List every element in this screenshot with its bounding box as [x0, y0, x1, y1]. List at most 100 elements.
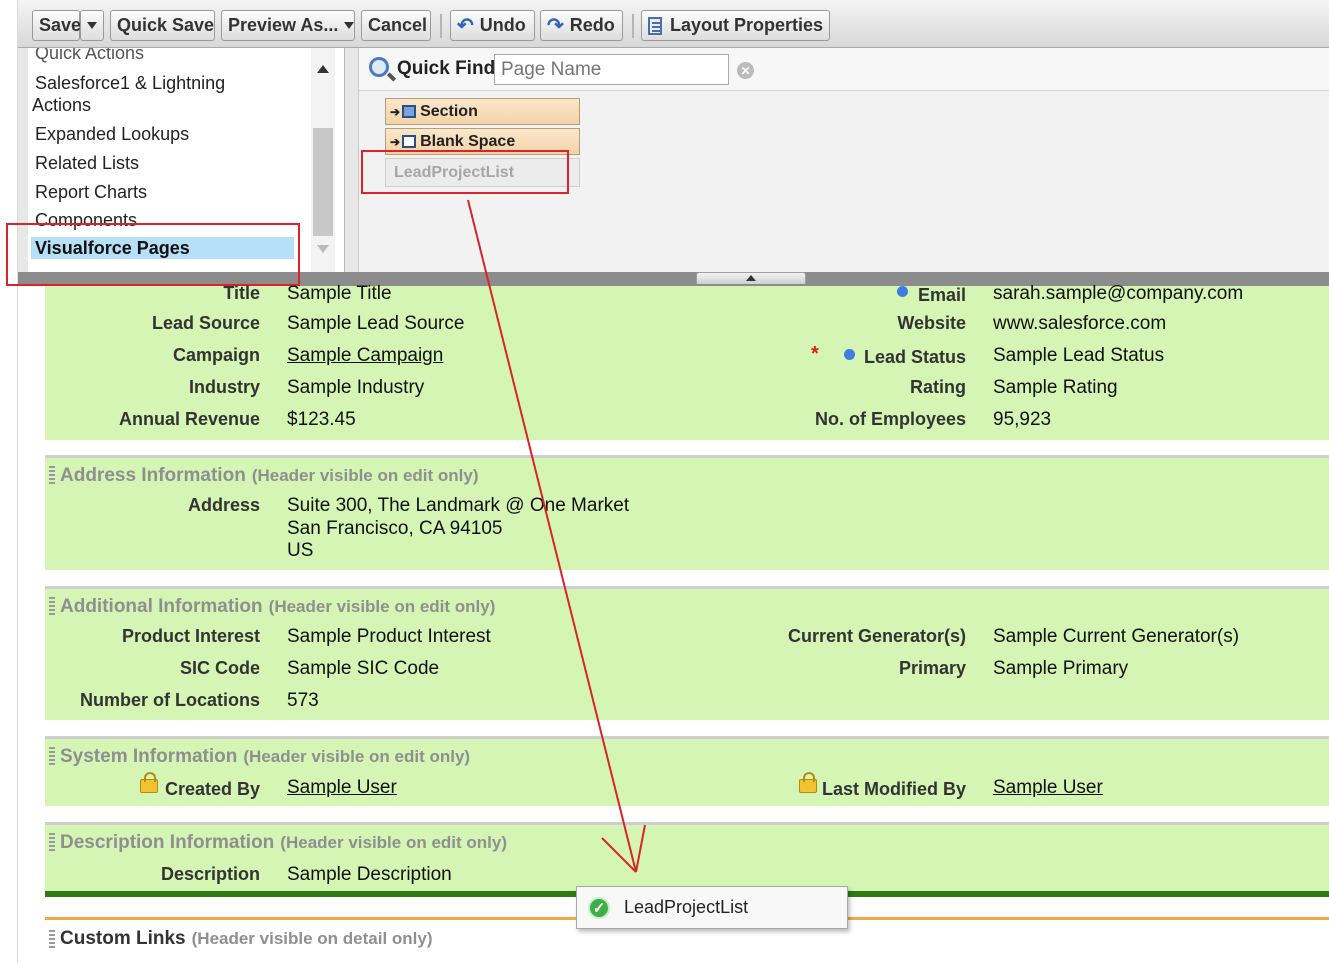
field-label-title: Title — [223, 283, 260, 303]
page-layout-editor: Save Quick Save Preview As... Cancel ↶ U… — [0, 0, 1329, 963]
cancel-button[interactable]: Cancel — [361, 10, 431, 41]
description-section-subtitle: (Header visible on edit only) — [280, 833, 508, 852]
section-icon — [402, 105, 417, 118]
field-value-address-line3[interactable]: US — [287, 540, 313, 562]
blank-space-icon — [402, 135, 417, 148]
chevron-down-icon — [344, 22, 355, 29]
field-value-industry[interactable]: Sample Industry — [287, 377, 424, 399]
drag-grip-icon[interactable] — [49, 466, 55, 484]
toolbar-divider — [440, 14, 442, 38]
field-value-lead-status[interactable]: Sample Lead Status — [993, 345, 1164, 367]
field-value-annual-revenue[interactable]: $123.45 — [287, 409, 356, 431]
field-value-email[interactable]: sarah.sample@company.com — [993, 283, 1243, 305]
category-salesforce1-lightning-cont[interactable]: Actions — [32, 94, 91, 116]
collapse-palette-handle[interactable] — [696, 272, 806, 284]
field-value-number-of-locations[interactable]: 573 — [287, 690, 319, 712]
quick-find-bar: Quick Find ✕ — [359, 48, 1329, 91]
field-label-current-generators: Current Generator(s) — [787, 626, 966, 646]
address-section-header[interactable]: Address Information (Header visible on ed… — [60, 465, 479, 487]
field-value-created-by[interactable]: Sample User — [287, 777, 397, 799]
quick-save-button[interactable]: Quick Save — [110, 10, 215, 41]
field-label-description: Description — [160, 864, 260, 884]
drag-arrow-icon: ➔ — [390, 134, 401, 149]
field-label-sic-code: SIC Code — [179, 658, 260, 678]
layout-properties-icon — [648, 16, 662, 35]
cancel-label: Cancel — [368, 15, 428, 35]
clear-icon[interactable]: ✕ — [737, 62, 754, 79]
field-label-number-of-locations: Number of Locations — [79, 690, 260, 710]
palette-item-section-label: Section — [420, 102, 478, 120]
undo-label: Undo — [479, 15, 526, 35]
field-value-campaign[interactable]: Sample Campaign — [287, 345, 443, 367]
scroll-thumb[interactable] — [313, 128, 333, 236]
check-icon: ✓ — [588, 896, 610, 919]
category-salesforce1-lightning[interactable]: Salesforce1 & Lightning — [35, 72, 225, 94]
save-dropdown-button[interactable] — [80, 10, 104, 41]
highlight-box-leadprojectlist — [361, 150, 569, 194]
field-value-sic-code[interactable]: Sample SIC Code — [287, 658, 439, 680]
drag-grip-icon[interactable] — [49, 597, 55, 615]
drag-grip-icon[interactable] — [49, 747, 55, 765]
custom-links-header[interactable]: Custom Links (Header visible on detail on… — [60, 928, 433, 950]
field-label-rating: Rating — [910, 377, 966, 397]
category-report-charts[interactable]: Report Charts — [35, 181, 147, 203]
field-label-last-modified-by: Last Modified By — [821, 779, 966, 799]
scroll-down-icon[interactable] — [317, 245, 329, 253]
field-label-website: Website — [897, 313, 966, 333]
description-section-header[interactable]: Description Information (Header visible o… — [60, 832, 507, 854]
lead-information-section: Title Sample Title Lead Source Sample Le… — [45, 283, 1329, 440]
system-section-subtitle: (Header visible on edit only) — [243, 747, 471, 766]
field-value-rating[interactable]: Sample Rating — [993, 377, 1118, 399]
field-value-current-generators[interactable]: Sample Current Generator(s) — [993, 626, 1239, 648]
field-value-description[interactable]: Sample Description — [287, 864, 452, 886]
address-section-title: Address Information — [60, 465, 246, 486]
highlight-box-visualforce-pages — [6, 223, 300, 286]
drag-grip-icon[interactable] — [49, 930, 55, 948]
field-value-primary[interactable]: Sample Primary — [993, 658, 1128, 680]
save-button[interactable]: Save — [32, 10, 82, 41]
redo-button[interactable]: ↷ Redo — [540, 10, 623, 41]
palette-item-blank-space-label: Blank Space — [420, 132, 516, 150]
system-section-title: System Information — [60, 746, 238, 767]
field-label-email: Email — [917, 285, 966, 305]
field-value-product-interest[interactable]: Sample Product Interest — [287, 626, 491, 648]
field-value-title[interactable]: Sample Title — [287, 283, 392, 305]
field-value-no-of-employees[interactable]: 95,923 — [993, 409, 1051, 431]
field-value-website[interactable]: www.salesforce.com — [993, 313, 1166, 335]
drag-proxy-leadprojectlist[interactable]: ✓ LeadProjectList — [576, 886, 848, 929]
lock-icon — [799, 772, 817, 793]
additional-section-header[interactable]: Additional Information (Header visible on… — [60, 596, 495, 618]
category-quick-actions[interactable]: Quick Actions — [35, 48, 144, 64]
category-expanded-lookups[interactable]: Expanded Lookups — [35, 123, 189, 145]
address-section-subtitle: (Header visible on edit only) — [251, 466, 479, 485]
field-value-address-line1[interactable]: Suite 300, The Landmark @ One Market — [287, 495, 629, 517]
field-label-created-by: Created By — [164, 779, 260, 799]
field-label-industry: Industry — [188, 377, 260, 397]
undo-button[interactable]: ↶ Undo — [450, 10, 535, 41]
field-label-primary: Primary — [898, 658, 966, 678]
toolbar-divider — [632, 14, 634, 38]
quick-find-label: Quick Find — [397, 58, 496, 79]
field-label-product-interest: Product Interest — [121, 626, 260, 646]
preview-as-button[interactable]: Preview As... — [221, 10, 355, 41]
field-label-lead-status: Lead Status — [863, 347, 966, 367]
category-related-lists[interactable]: Related Lists — [35, 152, 139, 174]
description-section-title: Description Information — [60, 832, 275, 853]
layout-properties-label: Layout Properties — [669, 15, 823, 35]
additional-section-subtitle: (Header visible on edit only) — [268, 597, 496, 616]
undo-icon: ↶ — [457, 15, 474, 37]
scroll-up-icon[interactable] — [317, 65, 329, 73]
required-dot-icon — [844, 349, 855, 360]
category-scrollbar[interactable] — [311, 48, 335, 272]
field-value-lead-source[interactable]: Sample Lead Source — [287, 313, 464, 335]
field-value-last-modified-by[interactable]: Sample User — [993, 777, 1103, 799]
drag-grip-icon[interactable] — [49, 833, 55, 851]
quick-find-input[interactable] — [494, 54, 729, 85]
layout-properties-button[interactable]: Layout Properties — [641, 10, 830, 41]
palette-item-section[interactable]: ➔ Section — [385, 98, 580, 125]
system-section-header[interactable]: System Information (Header visible on edi… — [60, 746, 470, 768]
field-label-lead-source: Lead Source — [151, 313, 260, 333]
redo-label: Redo — [569, 15, 615, 35]
save-button-label: Save — [39, 15, 82, 35]
field-value-address-line2[interactable]: San Francisco, CA 94105 — [287, 518, 502, 540]
